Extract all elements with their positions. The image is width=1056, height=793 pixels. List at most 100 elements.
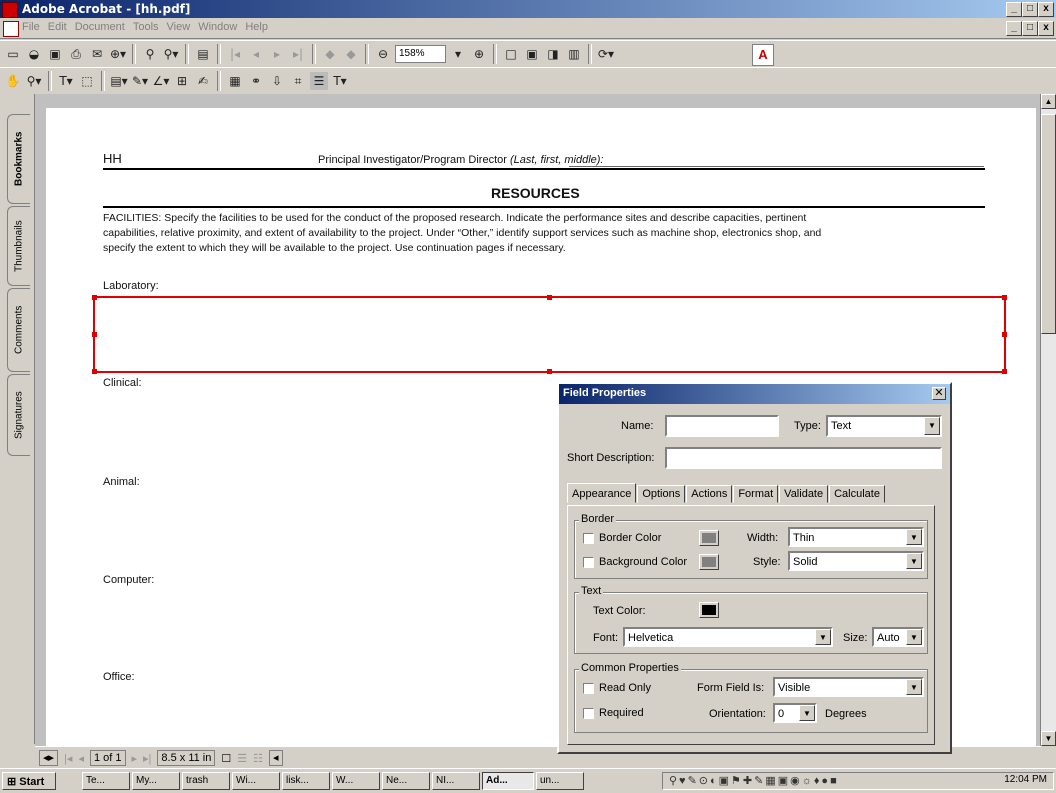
menu-tools[interactable]: Tools <box>133 21 159 33</box>
width-select[interactable]: Thin ▼ <box>788 527 924 547</box>
article-tool-icon[interactable]: ⇩ <box>268 72 286 90</box>
maximize-button[interactable]: □ <box>1022 2 1038 17</box>
reflow-icon[interactable]: ▥ <box>565 45 583 63</box>
resize-handle[interactable] <box>92 295 97 300</box>
highlight-tool-icon[interactable]: ∠▾ <box>152 72 170 90</box>
border-color-swatch[interactable] <box>699 530 719 546</box>
doc-maximize-button[interactable]: □ <box>1022 21 1038 36</box>
text-color-swatch[interactable] <box>699 602 719 618</box>
taskbar-item[interactable]: Ne... <box>382 772 430 790</box>
sign-tool-icon[interactable]: ✍ <box>194 72 212 90</box>
pencil-tool-icon[interactable]: ✎▾ <box>131 72 149 90</box>
type-select[interactable]: Text ▼ <box>826 415 942 437</box>
previous-page-icon[interactable]: ◂ <box>78 752 84 765</box>
movie-tool-icon[interactable]: ▦ <box>226 72 244 90</box>
previous-page-icon[interactable]: ◂ <box>247 45 265 63</box>
touchup-text-tool-icon[interactable]: T▾ <box>331 72 349 90</box>
print-icon[interactable]: ⎙ <box>67 45 85 63</box>
document-icon[interactable] <box>3 21 19 37</box>
resize-handle[interactable] <box>547 369 552 374</box>
zoom-tool-icon[interactable]: ⚲▾ <box>25 72 43 90</box>
open-icon[interactable]: ▭ <box>4 45 22 63</box>
link-tool-icon[interactable]: ⚭ <box>247 72 265 90</box>
background-color-swatch[interactable] <box>699 554 719 570</box>
font-select[interactable]: Helvetica ▼ <box>623 627 833 647</box>
chevron-down-icon[interactable]: ▼ <box>906 553 922 569</box>
taskbar-item[interactable]: un... <box>536 772 584 790</box>
next-page-icon[interactable]: ▸ <box>132 752 138 765</box>
crop-tool-icon[interactable]: ⌗ <box>289 72 307 90</box>
web-capture-icon[interactable]: ⊕▾ <box>109 45 127 63</box>
chevron-down-icon[interactable]: ▼ <box>906 629 922 645</box>
doc-close-button[interactable]: x <box>1038 21 1054 36</box>
size-select[interactable]: Auto ▼ <box>872 627 924 647</box>
page-indicator[interactable]: 1 of 1 <box>89 750 126 766</box>
single-page-icon[interactable]: ☐ <box>221 752 231 765</box>
save-icon[interactable]: ▣ <box>46 45 64 63</box>
short-description-input[interactable] <box>665 447 942 469</box>
resize-handle[interactable] <box>92 369 97 374</box>
graphics-select-tool-icon[interactable]: ⬚ <box>78 72 96 90</box>
next-page-icon[interactable]: ▸ <box>268 45 286 63</box>
tab-signatures[interactable]: Signatures <box>7 374 30 456</box>
start-button[interactable]: ⊞ Start <box>2 772 56 790</box>
resize-handle[interactable] <box>547 295 552 300</box>
go-forward-icon[interactable]: ◆ <box>342 45 360 63</box>
taskbar-item[interactable]: Wi... <box>232 772 280 790</box>
orientation-select[interactable]: 0 ▼ <box>773 703 817 723</box>
menu-file[interactable]: File <box>22 21 40 33</box>
resize-handle[interactable] <box>1002 332 1007 337</box>
last-page-icon[interactable]: ▸| <box>289 45 307 63</box>
actual-size-icon[interactable]: □ <box>502 45 520 63</box>
taskbar-item[interactable]: lisk... <box>282 772 330 790</box>
tray-icons[interactable]: ⚲♥✎⊙◐▣⚑✚✎▦▣◉☼♦●■ <box>669 774 839 787</box>
selected-form-field-laboratory[interactable] <box>92 295 1007 374</box>
form-field-visibility-select[interactable]: Visible ▼ <box>773 677 924 697</box>
first-page-icon[interactable]: |◂ <box>226 45 244 63</box>
scroll-up-icon[interactable]: ▲ <box>1041 94 1056 109</box>
menu-window[interactable]: Window <box>198 21 237 33</box>
rotate-view-icon[interactable]: ⟳▾ <box>597 45 615 63</box>
tab-validate[interactable]: Validate <box>779 485 829 503</box>
adobe-logo-icon[interactable]: A <box>752 44 774 66</box>
chevron-down-icon[interactable]: ▼ <box>815 629 831 645</box>
taskbar-item[interactable]: NI... <box>432 772 480 790</box>
resize-handle[interactable] <box>92 332 97 337</box>
menu-help[interactable]: Help <box>245 21 268 33</box>
continuous-facing-icon[interactable]: ☷ <box>253 752 263 765</box>
first-page-icon[interactable]: |◂ <box>64 752 72 765</box>
fit-in-window-icon[interactable]: ▣ <box>523 45 541 63</box>
tab-comments[interactable]: Comments <box>7 288 30 372</box>
dialog-title-bar[interactable]: Field Properties ✕ <box>559 384 950 404</box>
continuous-icon[interactable]: ☰ <box>237 752 247 765</box>
chevron-down-icon[interactable]: ▼ <box>906 679 922 695</box>
text-select-tool-icon[interactable]: T▾ <box>57 72 75 90</box>
menu-edit[interactable]: Edit <box>48 21 67 33</box>
tab-calculate[interactable]: Calculate <box>829 485 885 503</box>
taskbar-item-acrobat[interactable]: Ad... <box>482 772 534 790</box>
resize-handle[interactable] <box>1002 369 1007 374</box>
tab-actions[interactable]: Actions <box>686 485 733 503</box>
chevron-down-icon[interactable]: ▼ <box>924 417 940 435</box>
note-tool-icon[interactable]: ▤▾ <box>110 72 128 90</box>
tab-appearance[interactable]: Appearance <box>567 483 637 503</box>
form-tool-icon[interactable]: ☰ <box>310 72 328 90</box>
taskbar-item[interactable]: trash <box>182 772 230 790</box>
close-button[interactable]: x <box>1038 2 1054 17</box>
open-web-icon[interactable]: ◒ <box>25 45 43 63</box>
minimize-button[interactable]: _ <box>1006 2 1022 17</box>
read-only-checkbox[interactable] <box>583 683 594 694</box>
tab-bookmarks[interactable]: Bookmarks <box>7 114 30 204</box>
horizontal-scroll-left-icon[interactable]: ◂ <box>269 750 283 766</box>
scroll-thumb[interactable] <box>1041 114 1056 334</box>
hand-tool-icon[interactable]: ✋ <box>4 72 22 90</box>
email-icon[interactable]: ✉ <box>88 45 106 63</box>
chevron-down-icon[interactable]: ▼ <box>906 529 922 545</box>
border-color-checkbox[interactable] <box>583 533 594 544</box>
search-icon[interactable]: ⚲▾ <box>162 45 180 63</box>
zoom-out-icon[interactable]: ⊖ <box>374 45 392 63</box>
doc-minimize-button[interactable]: _ <box>1006 21 1022 36</box>
scroll-down-icon[interactable]: ▼ <box>1041 731 1056 746</box>
show-hide-navigation-icon[interactable]: ▤ <box>194 45 212 63</box>
zoom-in-icon[interactable]: ⊕ <box>470 45 488 63</box>
